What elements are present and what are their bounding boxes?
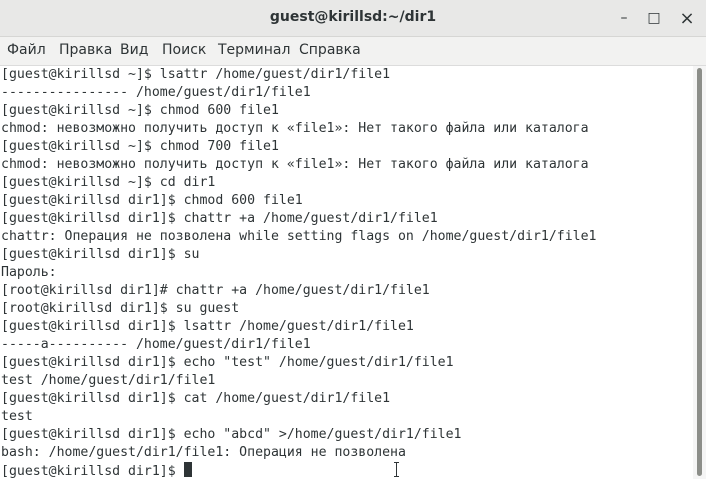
terminal-line: [guest@kirillsd ~]$ chmod 700 file1 [1,139,279,154]
terminal-line: bash: /home/guest/dir1/file1: Операция н… [1,445,406,460]
maximize-icon[interactable]: □ [642,6,666,30]
menu-search[interactable]: Поиск [162,42,206,58]
terminal-line: [guest@kirillsd ~]$ lsattr /home/guest/d… [1,67,391,82]
menu-help[interactable]: Справка [299,42,361,58]
menu-terminal[interactable]: Терминал [218,42,290,58]
terminal-output[interactable]: [guest@kirillsd ~]$ lsattr /home/guest/d… [0,66,693,479]
terminal-line: [root@kirillsd dir1]# chattr +a /home/gu… [1,283,430,298]
terminal-line: chattr: Операция не позволена while sett… [1,229,597,244]
menu-bar: Файл Правка Вид Поиск Терминал Справка [0,37,706,66]
terminal-cursor [183,462,192,477]
terminal-line: chmod: невозможно получить доступ к «fil… [1,121,589,136]
scrollbar-thumb[interactable] [697,68,702,476]
terminal-line: [guest@kirillsd dir1]$ chattr +a /home/g… [1,211,438,226]
window-title: guest@kirillsd:~/dir1 [269,9,437,25]
terminal-line: test /home/guest/dir1/file1 [1,373,216,388]
menu-edit[interactable]: Правка [59,42,112,58]
terminal-line: [guest@kirillsd dir1]$ echo "abcd" >/hom… [1,427,462,442]
scrollbar[interactable] [693,66,706,479]
terminal-line: chmod: невозможно получить доступ к «fil… [1,157,589,172]
close-icon[interactable]: × [675,6,699,30]
terminal-line: [root@kirillsd dir1]$ su guest [1,301,240,316]
menu-file[interactable]: Файл [7,42,46,58]
menu-view[interactable]: Вид [120,42,148,58]
terminal-prompt-line[interactable]: [guest@kirillsd dir1]$ [0,462,693,479]
title-bar[interactable]: guest@kirillsd:~/dir1 – □ × [0,0,706,37]
terminal-line: [guest@kirillsd ~]$ chmod 600 file1 [1,103,279,118]
minimize-icon[interactable]: – [612,6,636,30]
terminal-line: [guest@kirillsd dir1]$ lsattr /home/gues… [1,319,414,334]
text-cursor-icon [394,462,399,477]
terminal-line: Пароль: [1,265,57,280]
terminal-line: [guest@kirillsd ~]$ cd dir1 [1,175,216,190]
terminal-line: [guest@kirillsd dir1]$ cat /home/guest/d… [1,391,391,406]
terminal-line: [guest@kirillsd dir1]$ chmod 600 file1 [1,193,303,208]
terminal-line: test [1,409,33,424]
terminal-line: [guest@kirillsd dir1]$ su [1,247,200,262]
terminal-prompt: [guest@kirillsd dir1]$ [1,464,184,479]
terminal-line: ---------------- /home/guest/dir1/file1 [1,85,311,100]
terminal-line: [guest@kirillsd dir1]$ echo "test" /home… [1,355,454,370]
terminal-line: -----a---------- /home/guest/dir1/file1 [1,337,311,352]
